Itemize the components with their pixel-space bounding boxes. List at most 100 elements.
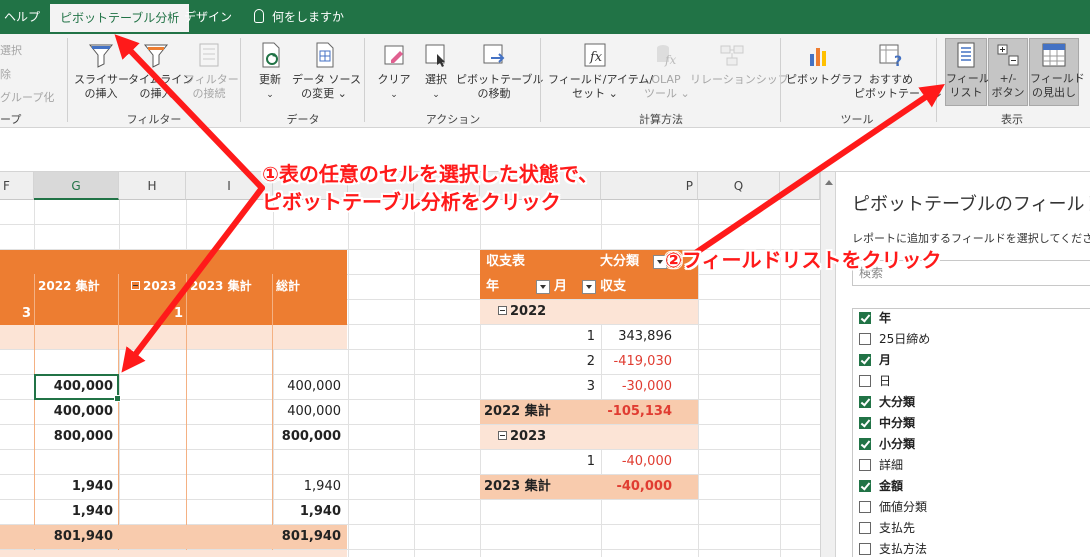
month-cell[interactable]: 1 <box>480 325 601 349</box>
field-item-month[interactable]: 月 <box>859 351 891 369</box>
field-item-day[interactable]: 日 <box>859 372 891 390</box>
checkbox-unchecked[interactable] <box>859 459 871 471</box>
month-cell[interactable]: 2 <box>480 350 601 374</box>
plus-minus-buttons-toggle[interactable]: +/- ボタン <box>988 38 1028 106</box>
select-button[interactable]: 選択 ⌄ <box>418 40 454 102</box>
pivot-value-cell[interactable]: 1,940 <box>34 475 119 499</box>
subtotal-value[interactable]: -40,000 <box>601 475 678 499</box>
pivot-total-cell[interactable]: 800,000 <box>273 425 347 449</box>
field-item-payment-method[interactable]: 支払方法 <box>859 540 927 557</box>
collapse-icon[interactable] <box>498 306 507 315</box>
tell-me-search[interactable]: 何をしますか <box>254 0 344 34</box>
chevron-down-icon: ⌄ <box>390 90 398 100</box>
header-grand-total[interactable]: 総計 <box>276 274 300 298</box>
header-2023-collapsed[interactable]: 2023 <box>131 274 185 298</box>
tab-pivottable-analyze[interactable]: ピボットテーブル分析 <box>50 4 190 34</box>
button-label: 選択 <box>425 73 447 86</box>
pivot-value-cell[interactable]: 800,000 <box>34 425 119 449</box>
refresh-button[interactable]: 更新 ⌄ <box>250 40 290 102</box>
pivot-total-cell[interactable]: 400,000 <box>273 375 347 399</box>
lightbulb-icon <box>254 9 264 23</box>
value-cell-negative[interactable]: -40,000 <box>601 450 678 474</box>
button-label: スライサー <box>74 73 129 86</box>
slicer-icon <box>88 44 114 68</box>
checkbox-checked[interactable] <box>859 438 871 450</box>
scroll-up-icon[interactable] <box>825 180 833 185</box>
column-header[interactable]: H <box>119 172 186 200</box>
ribbon-select-item[interactable]: 選択 <box>0 42 22 58</box>
subtotal-value[interactable]: -105,134 <box>601 400 678 424</box>
subtotal-label[interactable]: 2022 集計 <box>484 400 551 424</box>
active-cell-selection[interactable] <box>34 374 121 402</box>
filter-dropdown-icon[interactable] <box>536 280 550 294</box>
pivotchart-button[interactable]: ピボットグラフ <box>786 40 863 87</box>
field-item-details[interactable]: 詳細 <box>859 456 903 474</box>
vertical-scrollbar[interactable] <box>820 172 835 557</box>
insert-slicer-button[interactable]: スライサー の挿入 <box>74 40 129 101</box>
button-label: ボタン <box>991 86 1025 99</box>
column-header[interactable]: P <box>601 172 698 200</box>
checkbox-unchecked[interactable] <box>859 501 871 513</box>
checkbox-unchecked[interactable] <box>859 543 871 555</box>
pivot-value-cell[interactable]: 1,940 <box>34 500 119 524</box>
column-header[interactable]: I <box>186 172 273 200</box>
checkbox-checked[interactable] <box>859 312 871 324</box>
field-item-minor-category[interactable]: 小分類 <box>859 435 915 453</box>
insert-timeline-button[interactable]: タイムライン の挿入 <box>128 40 193 101</box>
field-headers-toggle[interactable]: フィールド の見出し <box>1029 38 1085 106</box>
column-header[interactable]: Q <box>698 172 780 200</box>
group-label-2022[interactable]: 2022 <box>498 300 546 324</box>
tab-help[interactable]: ヘルプ <box>4 0 40 34</box>
value-cell-negative[interactable]: -419,030 <box>601 350 678 374</box>
change-data-source-button[interactable]: データ ソース の変更 ⌄ <box>292 40 361 101</box>
move-pivottable-button[interactable]: ピボットテーブル の移動 <box>456 40 543 101</box>
pivot-total-cell[interactable]: 1,940 <box>273 500 347 524</box>
checkbox-checked[interactable] <box>859 480 871 492</box>
group-label-group: ープ <box>0 113 22 126</box>
recommended-pivottables-button[interactable]: ? おすすめ ピボットテーブル <box>854 40 941 101</box>
checkbox-checked[interactable] <box>859 417 871 429</box>
group-label-filter: フィルター <box>126 113 182 126</box>
pivot-total-cell[interactable]: 400,000 <box>273 400 347 424</box>
pivot-value-cell[interactable]: 400,000 <box>34 400 119 424</box>
field-item-payee[interactable]: 支払先 <box>859 519 915 537</box>
button-label: フィルター <box>184 73 239 86</box>
checkbox-checked[interactable] <box>859 354 871 366</box>
value-cell[interactable]: 343,896 <box>601 325 678 349</box>
ribbon-group-field-item[interactable]: グループ化 <box>0 89 54 105</box>
group-label-2023[interactable]: 2023 <box>498 425 546 449</box>
field-item-mid-category[interactable]: 中分類 <box>859 414 915 432</box>
column-header[interactable] <box>780 172 820 200</box>
group-label-action: アクション <box>425 113 481 126</box>
tab-design[interactable]: デザイン <box>184 0 232 34</box>
collapse-icon[interactable] <box>498 431 507 440</box>
field-list-button[interactable]: フィールド リスト <box>945 38 1001 106</box>
subtotal-label[interactable]: 2023 集計 <box>484 475 551 499</box>
filter-dropdown-icon[interactable] <box>582 280 596 294</box>
month-cell[interactable]: 1 <box>480 450 601 474</box>
field-item-value-category[interactable]: 価値分類 <box>859 498 927 516</box>
value-cell-negative[interactable]: -30,000 <box>601 375 678 399</box>
pivot-total-cell[interactable]: 1,940 <box>273 475 347 499</box>
grand-total-value[interactable]: 801,940 <box>273 525 347 549</box>
header-2023-total[interactable]: 2023 集計 <box>190 274 252 298</box>
checkbox-unchecked[interactable] <box>859 375 871 387</box>
collapse-icon[interactable] <box>131 281 140 290</box>
field-item-25th-closing[interactable]: 25日締め <box>859 330 930 348</box>
field-item-major-category[interactable]: 大分類 <box>859 393 915 411</box>
olap-tools-button: fx OLAP ツール ⌄ <box>644 40 690 101</box>
column-header-selected[interactable]: G <box>34 172 119 200</box>
ribbon-ungroup-item[interactable]: 除 <box>0 66 11 82</box>
grand-total-value[interactable]: 801,940 <box>34 525 119 549</box>
column-header[interactable]: F <box>0 172 34 200</box>
header-2022-total[interactable]: 2022 集計 <box>38 274 100 298</box>
clear-button[interactable]: クリア ⌄ <box>374 40 414 102</box>
field-item-year[interactable]: 年 <box>859 309 891 327</box>
month-cell[interactable]: 3 <box>480 375 601 399</box>
pivot-group-row-2022: 2022 <box>480 300 698 324</box>
field-item-amount[interactable]: 金額 <box>859 477 903 495</box>
checkbox-checked[interactable] <box>859 396 871 408</box>
fields-items-sets-button[interactable]: fx フィールド/アイテム/セット ⌄ <box>548 40 653 101</box>
checkbox-unchecked[interactable] <box>859 333 871 345</box>
checkbox-unchecked[interactable] <box>859 522 871 534</box>
